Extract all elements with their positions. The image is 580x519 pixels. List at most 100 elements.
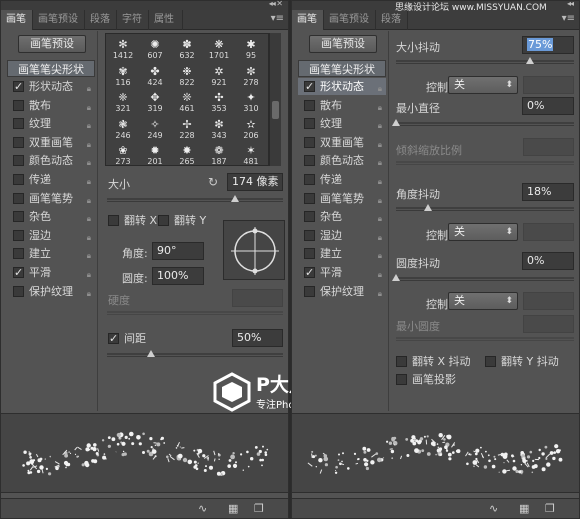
brush-tip-item[interactable]: ✱ 95 bbox=[236, 35, 266, 61]
lock-icon[interactable]: 🔒︎ bbox=[87, 173, 91, 190]
brush-option-item[interactable]: 画笔笔势 🔒︎ bbox=[7, 190, 95, 207]
brush-projection-option[interactable]: 画笔投影 bbox=[390, 371, 475, 388]
lock-icon[interactable]: 🔒︎ bbox=[87, 285, 91, 302]
angle-jitter-slider-thumb[interactable] bbox=[424, 204, 433, 211]
brush-option-item[interactable]: 湿边 🔒︎ bbox=[298, 227, 386, 244]
control2-dropdown[interactable]: 关 bbox=[448, 223, 518, 241]
control-dropdown[interactable]: 关 bbox=[448, 76, 518, 94]
brush-option-item[interactable]: 双重画笔 🔒︎ bbox=[7, 134, 95, 151]
brush-option-item[interactable]: 建立 🔒︎ bbox=[7, 245, 95, 262]
tab-brush[interactable]: 画笔 bbox=[1, 10, 33, 30]
brush-grid-icon[interactable]: ▦ bbox=[519, 502, 529, 515]
reset-size-icon[interactable]: ↻ bbox=[208, 175, 218, 189]
brush-tip-item[interactable]: ✥ 319 bbox=[140, 88, 170, 114]
size-jitter-input[interactable]: 75% bbox=[522, 36, 574, 54]
tab-brush-presets[interactable]: 画笔预设 bbox=[324, 10, 376, 30]
size-input[interactable]: 174 像素 bbox=[227, 173, 283, 191]
roundness-jitter-slider-thumb[interactable] bbox=[392, 274, 400, 281]
brush-option-checkbox[interactable] bbox=[13, 118, 24, 130]
brush-projection-checkbox[interactable] bbox=[396, 374, 407, 385]
flip-x-jitter-option[interactable]: 翻转 X 抖动 bbox=[390, 353, 475, 370]
brush-option-checkbox[interactable] bbox=[13, 192, 24, 204]
angle-input[interactable]: 90° bbox=[152, 242, 204, 260]
brush-option-checkbox[interactable] bbox=[304, 285, 315, 297]
size-slider[interactable] bbox=[107, 195, 283, 202]
panel-title-bar[interactable]: ◂◂ ✕ bbox=[1, 0, 288, 10]
lock-icon[interactable]: 🔒︎ bbox=[378, 154, 382, 171]
brush-grid-icon[interactable]: ▦ bbox=[228, 502, 238, 515]
angle-roundness-widget[interactable] bbox=[223, 220, 285, 280]
flip-y-jitter-checkbox[interactable] bbox=[485, 356, 496, 367]
spacing-input[interactable]: 50% bbox=[232, 329, 283, 347]
lock-icon[interactable]: 🔒︎ bbox=[378, 247, 382, 264]
brush-presets-button[interactable]: 画笔预设 bbox=[18, 35, 86, 53]
spacing-slider[interactable] bbox=[107, 350, 283, 357]
brush-tip-item[interactable]: ✶ 481 bbox=[236, 141, 266, 167]
brush-option-checkbox[interactable] bbox=[13, 211, 24, 223]
lock-icon[interactable]: 🔒︎ bbox=[378, 285, 382, 302]
tab-properties[interactable]: 属性 bbox=[149, 10, 183, 30]
lock-icon[interactable]: 🔒︎ bbox=[87, 117, 91, 134]
lock-icon[interactable]: 🔒︎ bbox=[378, 99, 382, 116]
brush-option-item[interactable]: 保护纹理 🔒︎ bbox=[7, 283, 95, 300]
brush-option-item[interactable]: 纹理 🔒︎ bbox=[7, 115, 95, 132]
brush-option-checkbox[interactable] bbox=[304, 78, 315, 95]
brush-tip-item[interactable]: ✸ 265 bbox=[172, 141, 202, 167]
panel-menu-icon[interactable]: ▾≡ bbox=[271, 13, 284, 24]
brush-option-checkbox[interactable] bbox=[304, 99, 315, 111]
roundness-jitter-input[interactable]: 0% bbox=[522, 252, 574, 270]
flip-x-checkbox[interactable] bbox=[108, 215, 119, 226]
lock-icon[interactable]: 🔒︎ bbox=[87, 136, 91, 153]
lock-icon[interactable]: 🔒︎ bbox=[378, 210, 382, 227]
brush-tip-item[interactable]: ❋ 1701 bbox=[204, 35, 234, 61]
collapse-icon[interactable]: ◂◂ bbox=[567, 0, 574, 8]
brush-tip-item[interactable]: ✣ 353 bbox=[204, 88, 234, 114]
tab-brush-presets[interactable]: 画笔预设 bbox=[33, 10, 85, 30]
flip-y-jitter-option[interactable]: 翻转 Y 抖动 bbox=[479, 353, 569, 370]
create-new-brush-icon[interactable]: ❐ bbox=[545, 502, 555, 515]
brush-option-item[interactable]: 平滑 🔒︎ bbox=[298, 264, 386, 281]
control3-dropdown[interactable]: 关 bbox=[448, 292, 518, 310]
angle-jitter-slider[interactable] bbox=[396, 204, 574, 211]
brush-option-checkbox[interactable] bbox=[13, 174, 24, 185]
scrollbar-thumb[interactable] bbox=[272, 101, 279, 119]
brush-option-item[interactable]: 画笔笔势 🔒︎ bbox=[298, 190, 386, 207]
spacing-option[interactable]: 间距 bbox=[102, 330, 162, 347]
brush-option-item[interactable]: 传递 🔒︎ bbox=[298, 171, 386, 188]
brush-tip-item[interactable]: ✢ 228 bbox=[172, 115, 202, 141]
min-diameter-slider-thumb[interactable] bbox=[392, 119, 400, 126]
brush-option-item[interactable]: 保护纹理 🔒︎ bbox=[298, 283, 386, 300]
spacing-checkbox[interactable] bbox=[108, 330, 119, 347]
spacing-slider-thumb[interactable] bbox=[147, 350, 155, 357]
brush-option-item[interactable]: 杂色 🔒︎ bbox=[7, 208, 95, 225]
flip-y-option[interactable]: 翻转 Y bbox=[152, 212, 212, 229]
brush-tip-item[interactable]: ✧ 249 bbox=[140, 115, 170, 141]
tab-brush[interactable]: 画笔 bbox=[292, 10, 324, 30]
brush-option-item[interactable]: 传递 🔒︎ bbox=[7, 171, 95, 188]
lock-icon[interactable]: 🔒︎ bbox=[87, 229, 91, 246]
lock-icon[interactable]: 🔒︎ bbox=[378, 80, 382, 97]
brush-option-checkbox[interactable] bbox=[13, 264, 24, 281]
brush-option-checkbox[interactable] bbox=[304, 248, 315, 260]
brush-option-item[interactable]: 形状动态 🔒︎ bbox=[298, 78, 386, 95]
min-diameter-slider[interactable] bbox=[392, 119, 574, 126]
brush-option-checkbox[interactable] bbox=[13, 248, 24, 260]
panel-menu-icon[interactable]: ▾≡ bbox=[562, 13, 575, 24]
brush-option-item[interactable]: 颜色动态 🔒︎ bbox=[298, 152, 386, 169]
brush-option-item[interactable]: 湿边 🔒︎ bbox=[7, 227, 95, 244]
brush-tip-item[interactable]: ❁ 187 bbox=[204, 141, 234, 167]
brush-tip-item[interactable]: ❀ 273 bbox=[108, 141, 138, 167]
brush-option-checkbox[interactable] bbox=[304, 264, 315, 281]
brush-option-item[interactable]: 散布 🔒︎ bbox=[7, 97, 95, 114]
lock-icon[interactable]: 🔒︎ bbox=[87, 247, 91, 264]
create-new-brush-icon[interactable]: ❐ bbox=[254, 502, 264, 515]
brush-tip-item[interactable]: ✼ 278 bbox=[236, 62, 266, 88]
brush-tip-item[interactable]: ✽ 632 bbox=[172, 35, 202, 61]
brush-tip-shape[interactable]: 画笔笔尖形状 bbox=[298, 60, 386, 77]
lock-icon[interactable]: 🔒︎ bbox=[378, 136, 382, 153]
brush-option-item[interactable]: 建立 🔒︎ bbox=[298, 245, 386, 262]
tab-paragraph[interactable]: 段落 bbox=[85, 10, 117, 30]
lock-icon[interactable]: 🔒︎ bbox=[378, 173, 382, 190]
brush-tip-item[interactable]: ❇ 343 bbox=[204, 115, 234, 141]
brush-tip-item[interactable]: ✻ 1412 bbox=[108, 35, 138, 61]
